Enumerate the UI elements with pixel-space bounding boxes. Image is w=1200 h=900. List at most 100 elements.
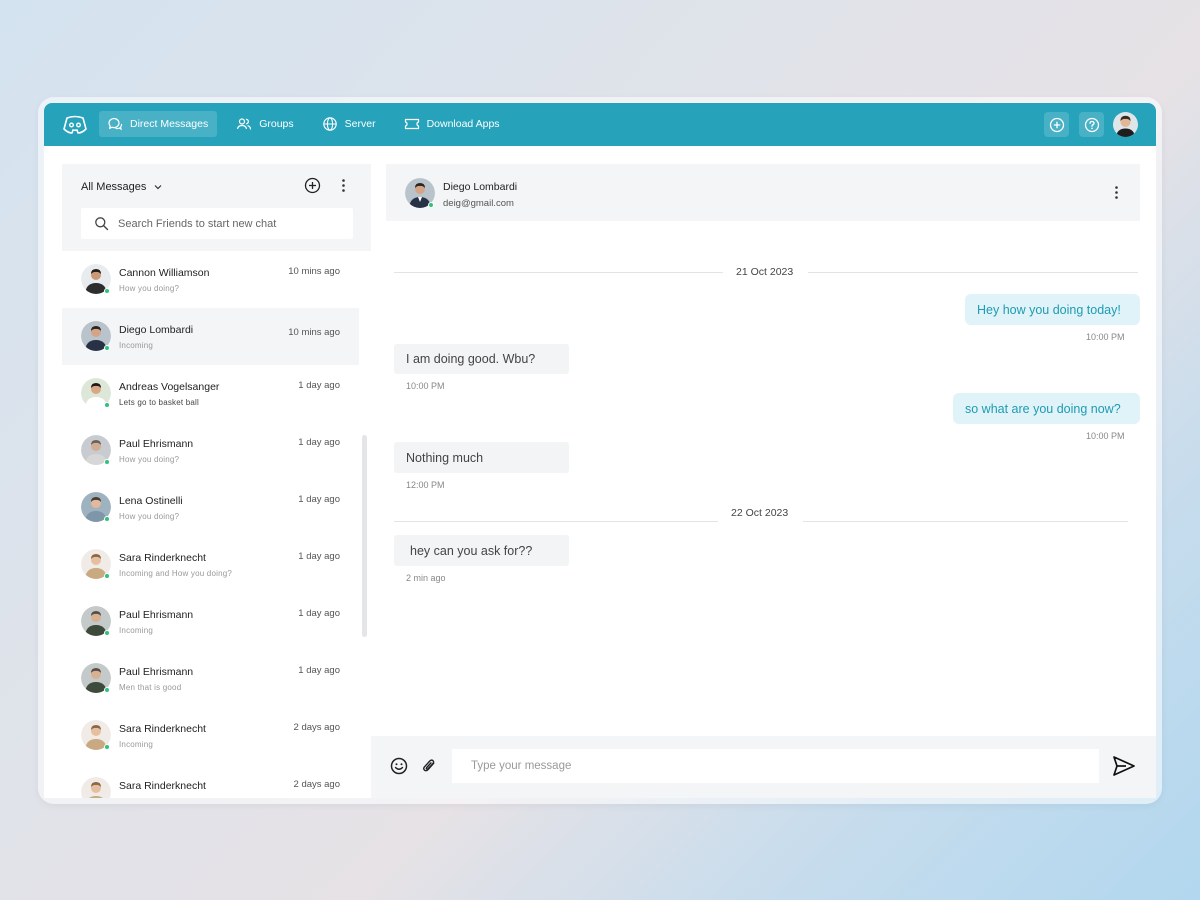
contact-preview: Incoming and How you doing? (119, 569, 233, 578)
nav-label: Direct Messages (130, 118, 209, 130)
globe-icon (322, 117, 337, 131)
online-status-dot (104, 516, 110, 522)
online-status-dot (104, 345, 110, 351)
online-status-dot (428, 202, 434, 208)
more-vertical-icon[interactable] (335, 177, 352, 194)
message-bubble-incoming[interactable]: hey can you ask for?? (394, 535, 569, 566)
nav-label: Groups (259, 118, 294, 130)
help-circle-icon (1084, 117, 1099, 132)
message-composer (371, 736, 1156, 798)
contact-name: Lena Ostinelli (119, 495, 183, 507)
send-icon[interactable] (1112, 755, 1136, 777)
contact-row[interactable]: Paul Ehrismann How you doing? 1 day ago (62, 422, 359, 479)
new-chat-plus-icon[interactable] (304, 177, 321, 194)
nav-label: Server (344, 118, 376, 130)
plus-circle-icon (1049, 117, 1064, 132)
online-status-dot (104, 459, 110, 465)
contact-row[interactable]: Paul Ehrismann Men that is good 1 day ago (62, 650, 359, 707)
date-divider-line (803, 521, 1128, 522)
contact-avatar (81, 777, 111, 798)
contact-preview: Incoming (119, 341, 154, 350)
filter-label: All Messages (81, 181, 147, 193)
contact-name: Sara Rinderknecht (119, 723, 206, 735)
paperclip-icon[interactable] (420, 757, 439, 775)
contact-preview: How you doing? (119, 455, 180, 464)
message-time: 12:00 PM (406, 480, 445, 490)
contact-time: 2 days ago (293, 722, 340, 733)
contact-name: Paul Ehrismann (119, 609, 194, 621)
message-bubble-outgoing[interactable]: Hey how you doing today! (965, 294, 1140, 325)
message-time: 10:00 PM (1086, 332, 1125, 342)
contact-preview: Lets go to basket ball (119, 398, 200, 407)
chat-bubbles-icon (108, 117, 123, 131)
date-divider-label: 22 Oct 2023 (731, 507, 789, 519)
contact-time: 1 day ago (298, 437, 340, 448)
contact-time: 1 day ago (298, 380, 340, 391)
online-status-dot (104, 630, 110, 636)
sidebar-scrollbar[interactable] (362, 435, 367, 637)
date-divider-line (394, 521, 718, 522)
search-icon (95, 217, 109, 231)
contact-row[interactable]: Sara Rinderknecht Incoming 2 days ago (62, 707, 359, 764)
contact-time: 1 day ago (298, 494, 340, 505)
contact-name: Paul Ehrismann (119, 438, 194, 450)
contact-row[interactable]: Lena Ostinelli How you doing? 1 day ago (62, 479, 359, 536)
contact-name: Andreas Vogelsanger (119, 381, 220, 393)
contact-row[interactable]: Andreas Vogelsanger Lets go to basket bal… (62, 365, 359, 422)
contact-name: Paul Ehrismann (119, 666, 194, 678)
contact-time: 1 day ago (298, 608, 340, 619)
date-divider-label: 21 Oct 2023 (736, 266, 794, 278)
contact-row[interactable]: Cannon Williamson How you doing? 10 mins a… (62, 251, 359, 308)
message-bubble-incoming[interactable]: I am doing good. Wbu? (394, 344, 569, 374)
message-time: 10:00 PM (406, 381, 445, 391)
chat-app: Direct Messages Groups Server Download A… (44, 103, 1156, 798)
nav-server[interactable]: Server (314, 111, 385, 137)
chevron-down-icon (154, 185, 162, 190)
emoji-icon[interactable] (390, 757, 408, 775)
top-nav-bar: Direct Messages Groups Server Download A… (44, 103, 1156, 146)
search-input[interactable] (118, 217, 348, 230)
contact-preview: How you doing? (119, 512, 180, 521)
nav-groups[interactable]: Groups (228, 111, 302, 137)
nav-download-apps[interactable]: Download Apps (396, 111, 509, 137)
help-button[interactable] (1079, 112, 1104, 137)
contact-name: Sara Rinderknecht (119, 552, 206, 564)
message-bubble-outgoing[interactable]: so what are you doing now? (953, 393, 1140, 424)
nav-label: Download Apps (426, 118, 500, 130)
contact-row[interactable]: Diego Lombardi Incoming 10 mins ago (62, 308, 359, 365)
contact-preview: How you doing? (119, 284, 180, 293)
contact-list: Cannon Williamson How you doing? 10 mins a… (62, 251, 359, 798)
nav-direct-messages[interactable]: Direct Messages (99, 111, 218, 137)
online-status-dot (104, 687, 110, 693)
chat-contact-email: deig@gmail.com (443, 198, 514, 209)
date-divider-line (394, 272, 723, 273)
online-status-dot (104, 288, 110, 294)
contact-row[interactable]: Sara Rinderknecht 2 days ago (62, 764, 359, 798)
search-box (81, 208, 353, 239)
chat-header: Diego Lombardi deig@gmail.com (386, 164, 1140, 221)
contact-row[interactable]: Sara Rinderknecht Incoming and How you do… (62, 536, 359, 593)
chat-contact-name: Diego Lombardi (443, 181, 518, 193)
contact-time: 10 mins ago (288, 327, 340, 338)
contact-preview: Men that is good (119, 683, 182, 692)
contact-preview: Incoming (119, 740, 154, 749)
ticket-icon (404, 118, 419, 130)
all-messages-dropdown[interactable]: All Messages (81, 181, 163, 193)
contact-time: 1 day ago (298, 665, 340, 676)
more-vertical-icon[interactable] (1108, 184, 1125, 201)
online-status-dot (104, 573, 110, 579)
contact-time: 10 mins ago (288, 266, 340, 277)
contact-row[interactable]: Paul Ehrismann Incoming 1 day ago (62, 593, 359, 650)
online-status-dot (104, 402, 110, 408)
message-bubble-incoming[interactable]: Nothing much (394, 442, 569, 473)
users-icon (237, 118, 252, 130)
add-button[interactable] (1044, 112, 1069, 137)
sidebar-header: All Messages (62, 164, 371, 251)
user-avatar[interactable] (1113, 112, 1138, 137)
contact-name: Cannon Williamson (119, 267, 210, 279)
contact-name: Diego Lombardi (119, 324, 194, 336)
discord-logo-icon[interactable] (62, 114, 88, 136)
message-input[interactable] (452, 749, 1099, 783)
contact-preview: Incoming (119, 626, 154, 635)
main-nav: Direct Messages Groups Server Download A… (99, 111, 520, 137)
